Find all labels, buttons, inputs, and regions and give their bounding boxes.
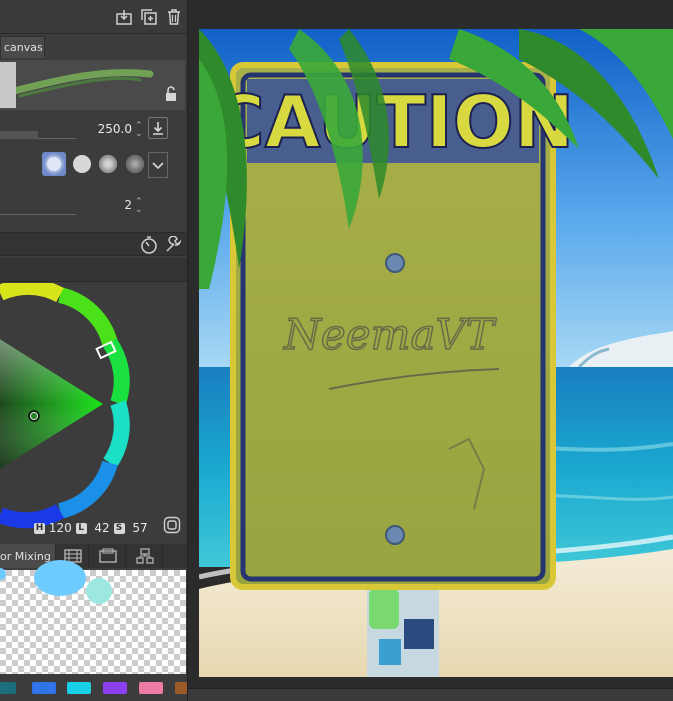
artwork-canvas[interactable]: CAUTION NeemaVT — [199, 29, 673, 677]
brush-tip-solid[interactable] — [70, 152, 94, 176]
window-icon — [99, 548, 117, 567]
panel-toolbar — [0, 0, 187, 34]
brush-density-slider[interactable] — [0, 205, 76, 215]
l-value: 42 — [94, 521, 110, 535]
hls-readout: H 120 L 42 S 57 — [34, 521, 148, 535]
slider-rest — [38, 131, 76, 139]
export-icon[interactable] — [115, 8, 133, 26]
brush-shape-row — [0, 148, 185, 182]
mixing-blob-teal — [86, 578, 112, 604]
h-value: 120 — [48, 521, 72, 535]
brush-density-row: 2 ⌃ ⌄ — [0, 190, 185, 220]
s-chip: S — [113, 523, 125, 534]
brush-density-spinner[interactable]: ⌃ ⌄ — [135, 198, 143, 215]
color-mode-icon[interactable] — [163, 516, 181, 534]
color-wheel[interactable] — [0, 283, 188, 543]
sub-palette-tabs: or Mixing — [0, 544, 187, 568]
swatch-cyan[interactable] — [67, 682, 91, 694]
mixing-blob-small — [0, 568, 6, 580]
mixing-blob-blue — [34, 560, 86, 596]
brush-stroke-preview — [0, 60, 185, 110]
trash-icon[interactable] — [165, 8, 183, 26]
brush-size-slider[interactable] — [0, 131, 38, 139]
swatch-purple[interactable] — [103, 682, 127, 694]
timer-icon[interactable] — [140, 236, 158, 254]
s-value: 57 — [132, 521, 148, 535]
brush-tip-airbrush[interactable] — [123, 152, 147, 176]
swatch-teal[interactable] — [0, 682, 16, 694]
network-icon — [136, 548, 154, 567]
brush-tip-soft[interactable] — [96, 152, 120, 176]
tab-canvas-label: canvas — [4, 41, 43, 54]
lock-icon[interactable] — [163, 86, 179, 102]
tab-color-mixing-label: or Mixing — [0, 550, 51, 563]
canvas-area[interactable]: CAUTION NeemaVT — [188, 0, 673, 701]
brush-size-spinner[interactable]: ⌃ ⌄ — [135, 122, 143, 139]
tab-approximate-color[interactable] — [127, 544, 163, 568]
tool-property-footer — [0, 232, 187, 256]
color-wheel-header — [0, 258, 187, 282]
color-wheel-panel: H 120 L 42 S 57 — [0, 283, 188, 543]
brush-tip-fuzzy[interactable] — [42, 152, 66, 176]
brush-preview-edge — [0, 62, 16, 108]
color-mixing-canvas[interactable] — [0, 560, 186, 674]
palette-swatches — [0, 676, 187, 701]
tab-canvas[interactable]: canvas — [0, 36, 45, 58]
l-chip: L — [75, 523, 87, 534]
tool-panel: canvas 250.0 ⌃ ⌄ 2 ⌃ ⌄ H 120 L 42 S 57 o… — [0, 0, 188, 701]
chevron-down-icon[interactable] — [148, 152, 168, 178]
brush-density-value[interactable]: 2 — [110, 198, 132, 212]
download-icon[interactable] — [148, 117, 168, 139]
wrench-icon[interactable] — [164, 235, 182, 254]
h-chip: H — [34, 523, 45, 534]
duplicate-icon[interactable] — [140, 8, 158, 26]
swatch-brown[interactable] — [175, 682, 187, 694]
swatch-pink[interactable] — [139, 682, 163, 694]
status-bar — [188, 688, 673, 701]
artwork-illustration: CAUTION NeemaVT — [199, 29, 673, 677]
signature-text: NeemaVT — [283, 310, 497, 359]
brush-size-value[interactable]: 250.0 — [90, 122, 132, 136]
swatch-blue[interactable] — [32, 682, 56, 694]
brush-size-row: 250.0 ⌃ ⌄ — [0, 114, 185, 144]
tab-intermediate-color[interactable] — [90, 544, 126, 568]
